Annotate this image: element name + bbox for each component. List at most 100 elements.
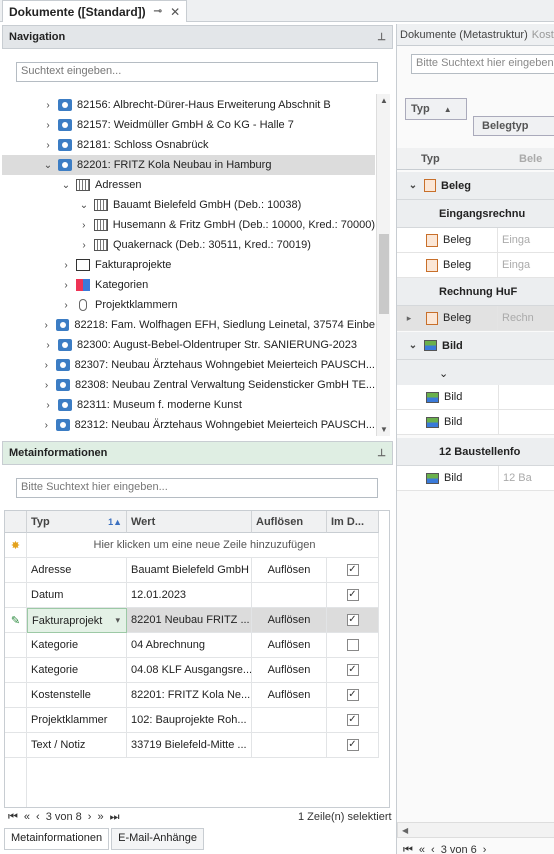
group-chip-typ[interactable]: Typ ▲ bbox=[405, 98, 467, 120]
tree-node[interactable]: › Husemann & Fritz GmbH (Deb.: 10000, Kre… bbox=[2, 215, 375, 235]
tree-node[interactable]: › 82181: Schloss Osnabrück bbox=[2, 135, 375, 155]
chevron-right-icon[interactable]: › bbox=[60, 280, 72, 291]
im-dokument-checkbox[interactable]: ✓ bbox=[346, 614, 359, 626]
meta-cell-aufloesen[interactable]: Auflösen bbox=[252, 608, 327, 633]
chevron-right-icon[interactable]: › bbox=[42, 100, 54, 111]
chevron-down-icon[interactable]: ⌄ bbox=[60, 180, 72, 191]
meta-cell-wert[interactable]: 82201: FRITZ Kola Ne... bbox=[127, 683, 252, 708]
chevron-right-icon[interactable]: › bbox=[60, 260, 72, 271]
chevron-right-icon[interactable]: › bbox=[42, 400, 54, 411]
meta-cell-aufloesen[interactable] bbox=[252, 708, 327, 733]
row-indicator[interactable] bbox=[5, 633, 27, 658]
chevron-right-icon[interactable]: › bbox=[41, 380, 53, 391]
prev-page-icon[interactable]: ‹ bbox=[431, 844, 435, 854]
meta-cell-wert[interactable]: 04.08 KLF Ausgangsre... bbox=[127, 658, 252, 683]
meta-cell-aufloesen[interactable]: Auflösen bbox=[252, 658, 327, 683]
meta-cell-aufloesen[interactable]: Auflösen bbox=[252, 558, 327, 583]
row-indicator[interactable] bbox=[5, 733, 27, 758]
metastruktur-row[interactable]: Beleg Einga bbox=[397, 228, 554, 253]
row-indicator[interactable] bbox=[5, 683, 27, 708]
tree-node[interactable]: › 82156: Albrecht-Dürer-Haus Erweiterung … bbox=[2, 95, 375, 115]
tab-metainformationen[interactable]: Metainformationen bbox=[4, 828, 110, 850]
metastruktur-row[interactable]: Bild bbox=[397, 410, 554, 435]
pin-icon[interactable]: ⊥ bbox=[377, 448, 386, 459]
next-page-icon[interactable]: › bbox=[88, 811, 92, 823]
metastruktur-group[interactable]: Rechnung HuF bbox=[397, 278, 554, 306]
meta-cell-typ[interactable]: Adresse bbox=[27, 558, 127, 583]
chevron-right-icon[interactable]: › bbox=[78, 240, 90, 251]
chevron-right-icon[interactable]: › bbox=[41, 360, 53, 371]
tab-metastruktur[interactable]: Dokumente (Metastruktur) Kost bbox=[397, 24, 554, 46]
tab-email-anhaenge[interactable]: E-Mail-Anhänge bbox=[111, 828, 204, 850]
meta-cell-typ[interactable]: Projektklammer bbox=[27, 708, 127, 733]
im-dokument-checkbox[interactable]: ✓ bbox=[346, 714, 359, 726]
im-dokument-checkbox[interactable]: ✓ bbox=[346, 739, 359, 751]
new-row-button[interactable]: Hier klicken um eine neue Zeile hinzuzuf… bbox=[27, 533, 379, 558]
column-header-im-dokument[interactable]: Im D... bbox=[327, 511, 379, 533]
im-dokument-checkbox[interactable] bbox=[346, 639, 359, 651]
tab-dokumente[interactable]: Dokumente ([Standard]) ⊸ ✕ bbox=[2, 0, 188, 22]
row-indicator[interactable] bbox=[5, 658, 27, 683]
tree-node[interactable]: › 82218: Fam. Wolfhagen EFH, Siedlung Lei… bbox=[2, 315, 375, 335]
chevron-right-icon[interactable]: › bbox=[41, 420, 53, 431]
metastruktur-group[interactable]: ⌄ bbox=[397, 360, 554, 388]
im-dokument-checkbox[interactable]: ✓ bbox=[346, 689, 359, 701]
meta-cell-aufloesen[interactable] bbox=[252, 733, 327, 758]
column-header-typ[interactable]: Typ 1▲ bbox=[27, 511, 127, 533]
meta-cell-typ[interactable]: Fakturaprojekt ▾ bbox=[27, 608, 127, 633]
tree-node[interactable]: › Kategorien bbox=[2, 275, 375, 295]
tree-node[interactable]: › 82311: Museum f. moderne Kunst bbox=[2, 395, 375, 415]
meta-cell-typ[interactable]: Text / Notiz bbox=[27, 733, 127, 758]
im-dokument-checkbox[interactable]: ✓ bbox=[346, 664, 359, 676]
meta-cell-typ[interactable]: Kategorie bbox=[27, 658, 127, 683]
scroll-down-icon[interactable]: ▼ bbox=[377, 425, 391, 434]
chevron-down-icon[interactable]: ⌄ bbox=[407, 180, 419, 191]
prev-group-icon[interactable]: « bbox=[24, 811, 30, 823]
last-page-icon[interactable]: ⏭ bbox=[110, 811, 120, 824]
metastruktur-row[interactable]: ▸ Beleg Rechn bbox=[397, 306, 554, 331]
column-header-belegtyp[interactable]: Bele bbox=[519, 153, 542, 165]
chevron-down-icon[interactable]: ⌄ bbox=[407, 340, 419, 351]
tree-node[interactable]: › Projektklammern bbox=[2, 295, 375, 315]
first-page-icon[interactable]: ⏮ bbox=[403, 844, 413, 854]
right-search-input[interactable]: Bitte Suchtext hier eingeben bbox=[411, 54, 554, 74]
tree-node[interactable]: ⌄ Bauamt Bielefeld GmbH (Deb.: 10038) bbox=[2, 195, 375, 215]
meta-cell-aufloesen[interactable] bbox=[252, 583, 327, 608]
tree-node[interactable]: › 82307: Neubau Ärztehaus Wohngebiet Meie… bbox=[2, 355, 375, 375]
metastruktur-row[interactable]: Bild bbox=[397, 385, 554, 410]
metastruktur-row[interactable]: Bild 12 Ba bbox=[397, 466, 554, 491]
tree-node[interactable]: › 82300: August-Bebel-Oldentruper Str. SA… bbox=[2, 335, 375, 355]
row-indicator[interactable] bbox=[5, 583, 27, 608]
meta-cell-typ[interactable]: Kostenstelle bbox=[27, 683, 127, 708]
tree-scrollbar[interactable]: ▲ ▼ bbox=[376, 94, 390, 436]
close-icon[interactable]: ✕ bbox=[170, 5, 180, 19]
dropdown-arrow-icon[interactable]: ▾ bbox=[115, 615, 120, 626]
meta-cell-wert[interactable]: 33719 Bielefeld-Mitte ... bbox=[127, 733, 252, 758]
chevron-down-icon[interactable]: ⌄ bbox=[439, 367, 448, 380]
im-dokument-checkbox[interactable]: ✓ bbox=[346, 589, 359, 601]
next-page-icon[interactable]: › bbox=[483, 844, 487, 854]
metastruktur-group[interactable]: Eingangsrechnu bbox=[397, 200, 554, 228]
tree-node[interactable]: › Fakturaprojekte bbox=[2, 255, 375, 275]
row-indicator[interactable] bbox=[5, 558, 27, 583]
meta-cell-typ[interactable]: Datum bbox=[27, 583, 127, 608]
tree-node[interactable]: ⌄ 82201: FRITZ Kola Neubau in Hamburg bbox=[2, 155, 375, 175]
first-page-icon[interactable]: ⏮ bbox=[8, 811, 18, 824]
metastruktur-group[interactable]: 12 Baustellenfo bbox=[397, 438, 554, 466]
column-header-aufloesen[interactable]: Auflösen bbox=[252, 511, 327, 533]
chevron-down-icon[interactable]: ⌄ bbox=[42, 160, 54, 171]
metastruktur-group[interactable]: ⌄ Beleg bbox=[397, 172, 554, 200]
right-hscrollbar[interactable]: ◀ bbox=[397, 822, 554, 838]
tree-node[interactable]: › 82312: Neubau Ärztehaus Wohngebiet Meie… bbox=[2, 415, 375, 435]
meta-cell-wert[interactable]: 82201 Neubau FRITZ ... bbox=[127, 608, 252, 633]
scroll-left-icon[interactable]: ◀ bbox=[402, 826, 408, 835]
column-header-wert[interactable]: Wert bbox=[127, 511, 252, 533]
tree-node[interactable]: › 82157: Weidmüller GmbH & Co KG - Halle … bbox=[2, 115, 375, 135]
meta-cell-wert[interactable]: Bauamt Bielefeld GmbH bbox=[127, 558, 252, 583]
tab-kostenstellen[interactable]: Kost bbox=[532, 29, 554, 41]
chevron-right-icon[interactable]: › bbox=[60, 300, 72, 311]
chevron-right-icon[interactable]: › bbox=[42, 120, 54, 131]
metastruktur-row[interactable]: Beleg Einga bbox=[397, 253, 554, 278]
chevron-right-icon[interactable]: › bbox=[42, 140, 54, 151]
scrollbar-thumb[interactable] bbox=[379, 234, 389, 314]
